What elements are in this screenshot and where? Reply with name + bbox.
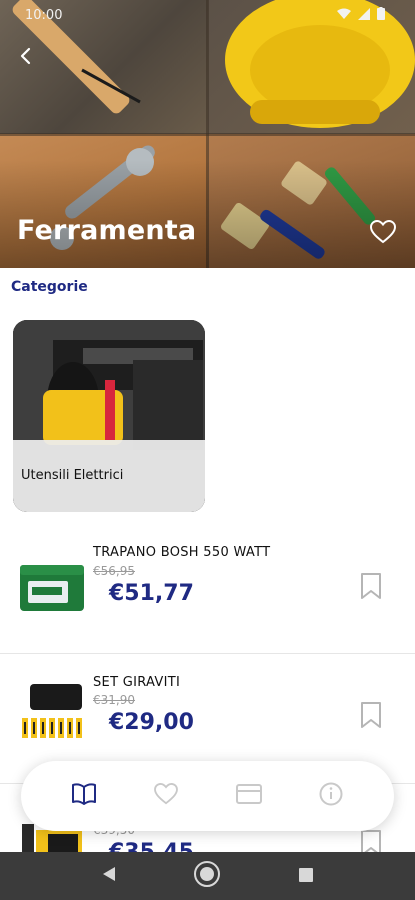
product-name: TRAPANO BOSH 550 WATT <box>93 545 271 560</box>
chevron-left-icon <box>19 47 33 69</box>
favorite-button[interactable] <box>368 219 398 248</box>
product-image <box>18 682 88 752</box>
nav-home-button[interactable] <box>190 859 224 893</box>
bookmark-button[interactable] <box>358 702 384 732</box>
tab-favorites[interactable] <box>146 776 186 816</box>
product-price: €35,45 <box>109 840 194 852</box>
tab-card[interactable] <box>229 776 269 816</box>
bookmark-icon <box>360 829 382 852</box>
wifi-icon <box>337 8 351 24</box>
product-old-price: €56,95 <box>93 564 135 578</box>
signal-icon <box>358 7 370 24</box>
nav-back-button[interactable] <box>92 859 126 893</box>
categories-title: Categorie <box>11 279 88 295</box>
tab-catalog[interactable] <box>64 776 104 816</box>
category-card-utensili-elettrici[interactable]: Utensili Elettrici <box>13 320 205 512</box>
category-label: Utensili Elettrici <box>21 468 124 483</box>
page-title: Ferramenta <box>17 215 197 246</box>
product-old-price: €31,90 <box>93 693 135 707</box>
hero-banner: 10:00 Ferramenta <box>0 0 415 268</box>
product-name: SET GIRAVITI <box>93 675 181 690</box>
product-row[interactable]: TRAPANO BOSH 550 WATT €56,95 €51,77 <box>0 523 415 653</box>
bookmark-icon <box>360 572 382 604</box>
recents-square-icon <box>298 867 313 886</box>
product-price: €29,00 <box>109 710 194 735</box>
system-nav-bar <box>0 852 415 900</box>
back-button[interactable] <box>12 44 40 72</box>
bookmark-icon <box>360 701 382 733</box>
home-circle-icon <box>193 860 221 892</box>
tab-info[interactable] <box>311 776 351 816</box>
bookmark-button[interactable] <box>358 573 384 603</box>
product-price: €51,77 <box>109 581 194 606</box>
info-icon <box>319 782 343 810</box>
heart-outline-icon <box>369 219 397 248</box>
back-triangle-icon <box>102 866 116 886</box>
heart-icon <box>154 782 179 809</box>
nav-recents-button[interactable] <box>289 859 323 893</box>
status-bar: 10:00 <box>0 0 415 32</box>
book-open-icon <box>71 783 97 809</box>
bookmark-button[interactable] <box>358 830 384 852</box>
credit-card-icon <box>235 784 262 808</box>
product-image <box>18 551 88 621</box>
status-time: 10:00 <box>25 8 63 23</box>
bottom-tab-bar <box>21 761 394 831</box>
battery-icon <box>377 7 385 24</box>
